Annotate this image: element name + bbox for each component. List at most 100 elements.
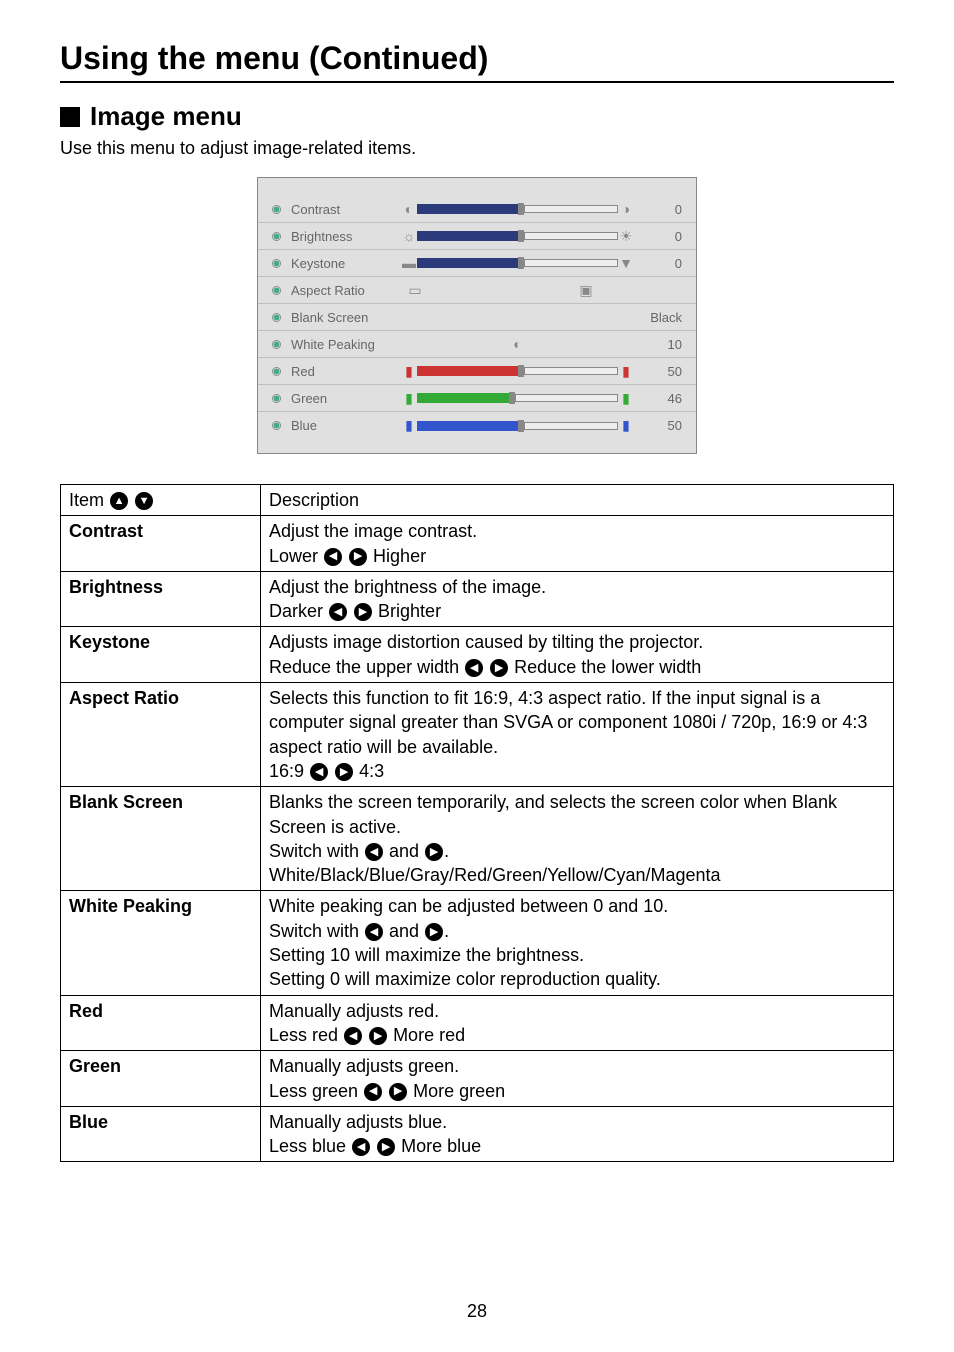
up-arrow-icon: ▲ xyxy=(110,492,128,510)
menu-value: 50 xyxy=(634,418,682,433)
left-arrow-icon: ◀ xyxy=(365,923,383,941)
table-desc-cell: Manually adjusts red.Less red ◀ ▶ More r… xyxy=(261,995,894,1051)
menu-row-keystone: Keystone ▬ ▼ 0 xyxy=(258,250,696,277)
table-desc-cell: Blanks the screen temporarily, and selec… xyxy=(261,787,894,891)
menu-label: Blank Screen xyxy=(291,310,401,325)
table-item-cell: Brightness xyxy=(61,571,261,627)
right-arrow-icon: ▶ xyxy=(349,548,367,566)
page-title: Using the menu (Continued) xyxy=(60,40,894,77)
menu-row-blue: Blue ▮ ▮ 50 xyxy=(258,412,696,439)
table-row: Aspect RatioSelects this function to fit… xyxy=(61,683,894,787)
table-item-cell: Contrast xyxy=(61,516,261,572)
table-desc-cell: Adjusts image distortion caused by tilti… xyxy=(261,627,894,683)
wide-rect-icon: ▭ xyxy=(407,282,423,298)
table-row: White PeakingWhite peaking can be adjust… xyxy=(61,891,894,995)
table-row: BrightnessAdjust the brightness of the i… xyxy=(61,571,894,627)
green-high-icon: ▮ xyxy=(618,390,634,406)
contrast-low-icon: ◐ xyxy=(401,201,417,217)
blue-low-icon: ▮ xyxy=(401,418,417,434)
right-arrow-icon: ▶ xyxy=(369,1027,387,1045)
menu-value: 46 xyxy=(634,391,682,406)
menu-label: Contrast xyxy=(291,202,401,217)
right-arrow-icon: ▶ xyxy=(354,603,372,621)
down-arrow-icon: ▼ xyxy=(135,492,153,510)
menu-value: 0 xyxy=(634,202,682,217)
left-arrow-icon: ◀ xyxy=(310,763,328,781)
green-low-icon: ▮ xyxy=(401,390,417,406)
menu-label: Red xyxy=(291,364,401,379)
slider xyxy=(417,231,618,241)
red-high-icon: ▮ xyxy=(618,363,634,379)
sun-bright-icon: ☀ xyxy=(618,228,634,244)
table-item-cell: Aspect Ratio xyxy=(61,683,261,787)
left-arrow-icon: ◀ xyxy=(364,1083,382,1101)
right-arrow-icon: ▶ xyxy=(377,1138,395,1156)
table-item-cell: Green xyxy=(61,1051,261,1107)
trapezoid-narrow-icon: ▬ xyxy=(401,255,417,271)
radio-icon xyxy=(272,286,281,295)
table-row: BlueManually adjusts blue.Less blue ◀ ▶ … xyxy=(61,1106,894,1162)
menu-row-contrast: Contrast ◐ ◑ 0 xyxy=(258,196,696,223)
menu-row-blank: Blank Screen Black xyxy=(258,304,696,331)
left-arrow-icon: ◀ xyxy=(344,1027,362,1045)
square-check-icon: ▣ xyxy=(578,282,594,298)
left-arrow-icon: ◀ xyxy=(324,548,342,566)
radio-icon xyxy=(272,340,281,349)
table-item-cell: White Peaking xyxy=(61,891,261,995)
red-low-icon: ▮ xyxy=(401,363,417,379)
trapezoid-wide-icon: ▼ xyxy=(618,255,634,271)
header-item: Item ▲ ▼ xyxy=(61,485,261,516)
radio-icon xyxy=(272,367,281,376)
table-item-cell: Blank Screen xyxy=(61,787,261,891)
table-desc-cell: Manually adjusts green.Less green ◀ ▶ Mo… xyxy=(261,1051,894,1107)
radio-icon xyxy=(272,205,281,214)
spec-table: Item ▲ ▼ Description ContrastAdjust the … xyxy=(60,484,894,1162)
slider xyxy=(417,421,618,431)
radio-icon xyxy=(272,313,281,322)
menu-label: Keystone xyxy=(291,256,401,271)
table-row: ContrastAdjust the image contrast.Lower … xyxy=(61,516,894,572)
menu-value: 0 xyxy=(634,229,682,244)
table-header-row: Item ▲ ▼ Description xyxy=(61,485,894,516)
right-arrow-icon: ▶ xyxy=(425,843,443,861)
menu-label: Blue xyxy=(291,418,401,433)
title-underline xyxy=(60,81,894,83)
radio-icon xyxy=(272,259,281,268)
menu-label: Green xyxy=(291,391,401,406)
right-arrow-icon: ▶ xyxy=(335,763,353,781)
radio-icon xyxy=(272,394,281,403)
square-bullet-icon xyxy=(60,107,80,127)
menu-value: 10 xyxy=(634,337,682,352)
header-desc: Description xyxy=(261,485,894,516)
contrast-high-icon: ◑ xyxy=(618,201,634,217)
sun-dim-icon: ☼ xyxy=(401,228,417,244)
section-header: Image menu xyxy=(60,101,894,132)
table-desc-cell: Manually adjusts blue.Less blue ◀ ▶ More… xyxy=(261,1106,894,1162)
blue-high-icon: ▮ xyxy=(618,418,634,434)
menu-value: Black xyxy=(634,310,682,325)
menu-row-white-peaking: White Peaking ◐ 10 xyxy=(258,331,696,358)
right-arrow-icon: ▶ xyxy=(490,659,508,677)
right-arrow-icon: ▶ xyxy=(389,1083,407,1101)
page-number: 28 xyxy=(0,1301,954,1322)
half-circle-icon: ◐ xyxy=(510,336,526,352)
slider xyxy=(417,366,618,376)
table-row: RedManually adjusts red.Less red ◀ ▶ Mor… xyxy=(61,995,894,1051)
slider xyxy=(417,393,618,403)
menu-row-red: Red ▮ ▮ 50 xyxy=(258,358,696,385)
right-arrow-icon: ▶ xyxy=(425,923,443,941)
slider xyxy=(417,258,618,268)
menu-screenshot: Contrast ◐ ◑ 0 Brightness ☼ ☀ 0 Keystone… xyxy=(257,177,697,454)
left-arrow-icon: ◀ xyxy=(365,843,383,861)
menu-value: 50 xyxy=(634,364,682,379)
menu-row-green: Green ▮ ▮ 46 xyxy=(258,385,696,412)
menu-row-aspect: Aspect Ratio ▭ ▣ xyxy=(258,277,696,304)
table-row: GreenManually adjusts green.Less green ◀… xyxy=(61,1051,894,1107)
table-desc-cell: White peaking can be adjusted between 0 … xyxy=(261,891,894,995)
left-arrow-icon: ◀ xyxy=(352,1138,370,1156)
left-arrow-icon: ◀ xyxy=(329,603,347,621)
slider xyxy=(417,204,618,214)
table-desc-cell: Adjust the brightness of the image.Darke… xyxy=(261,571,894,627)
table-desc-cell: Adjust the image contrast.Lower ◀ ▶ High… xyxy=(261,516,894,572)
menu-label: Aspect Ratio xyxy=(291,283,401,298)
